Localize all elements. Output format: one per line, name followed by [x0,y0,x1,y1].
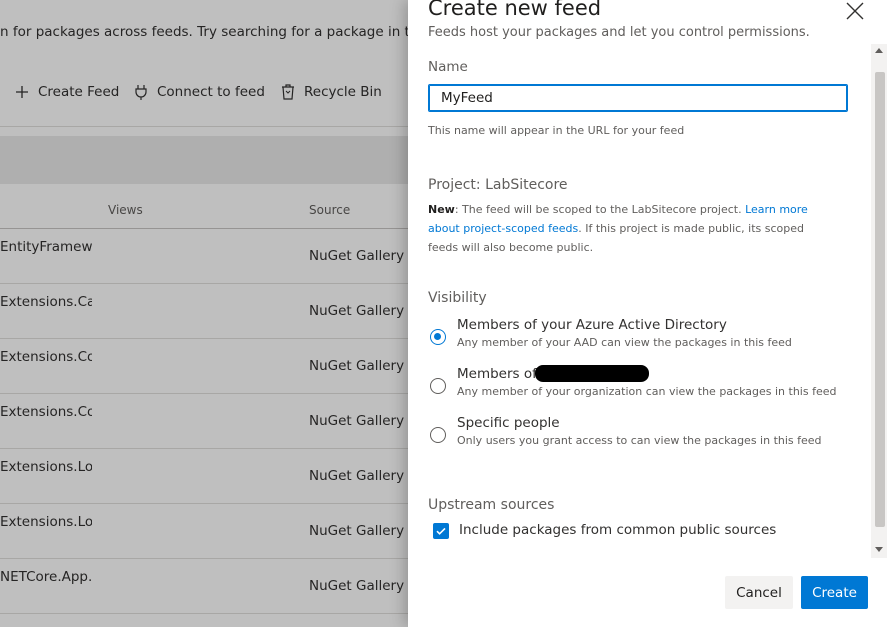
visibility-title: Visibility [428,290,487,306]
visibility-aad-label: Members of your Azure Active Directory [457,317,727,333]
feed-name-input[interactable] [428,84,848,112]
visibility-org-label: Members of [457,366,537,382]
name-label: Name [428,59,468,75]
visibility-aad-radio[interactable] [430,329,446,345]
cancel-button[interactable]: Cancel [725,576,793,609]
scroll-up-icon[interactable] [875,48,883,53]
panel-scrollbar-thumb[interactable] [875,72,885,527]
visibility-org-radio[interactable] [430,378,446,394]
checkmark-icon [436,527,446,535]
panel-title: Create new feed [428,0,602,20]
include-public-sources-checkbox[interactable] [433,523,449,539]
project-desc-text1: : The feed will be scoped to the LabSite… [454,203,746,216]
project-title: Project: LabSitecore [428,177,568,193]
visibility-specific-radio[interactable] [430,427,446,443]
project-desc-new: New [428,203,455,216]
redaction-mark [535,365,649,382]
scroll-down-icon[interactable] [875,547,883,552]
upstream-title: Upstream sources [428,497,555,513]
visibility-org-desc: Any member of your organization can view… [457,385,837,398]
name-hint: This name will appear in the URL for you… [428,124,685,137]
visibility-aad-desc: Any member of your AAD can view the pack… [457,336,792,349]
create-feed-panel: Create new feed Feeds host your packages… [408,0,892,627]
include-public-sources-label: Include packages from common public sour… [459,522,777,538]
panel-subtitle: Feeds host your packages and let you con… [428,25,810,40]
visibility-specific-desc: Only users you grant access to can view … [457,434,822,447]
close-button[interactable] [844,0,866,22]
create-button[interactable]: Create [801,576,868,609]
project-description: New: The feed will be scoped to the LabS… [428,200,836,257]
visibility-specific-label: Specific people [457,415,560,431]
close-icon [846,2,864,20]
